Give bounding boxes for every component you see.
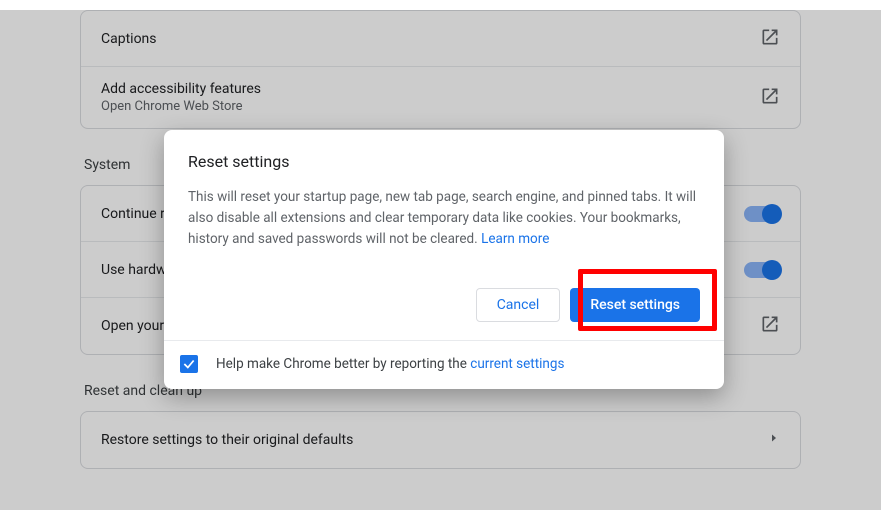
reset-settings-dialog: Reset settings This will reset your star… (164, 130, 724, 389)
learn-more-link[interactable]: Learn more (481, 231, 549, 247)
report-settings-text: Help make Chrome better by reporting the… (216, 356, 564, 372)
report-settings-checkbox[interactable] (180, 355, 198, 373)
reset-settings-button[interactable]: Reset settings (570, 288, 700, 322)
dialog-description: This will reset your startup page, new t… (188, 187, 700, 250)
current-settings-link[interactable]: current settings (470, 356, 564, 372)
dialog-title: Reset settings (188, 152, 700, 171)
cancel-button[interactable]: Cancel (476, 288, 561, 322)
